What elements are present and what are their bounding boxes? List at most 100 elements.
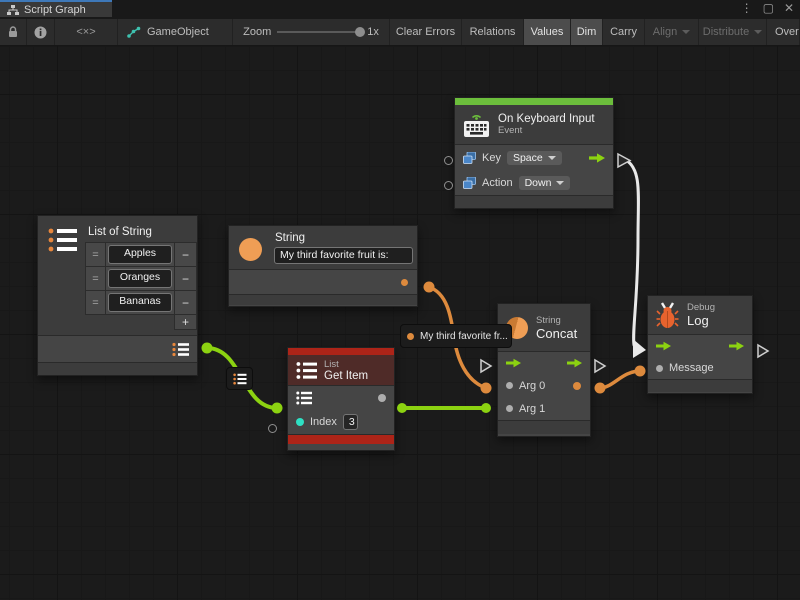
carry-label: Carry bbox=[610, 26, 637, 38]
index-input-port[interactable] bbox=[296, 418, 304, 426]
dim-toggle[interactable]: Dim bbox=[571, 19, 603, 45]
node-footer bbox=[229, 294, 417, 305]
remove-item-button[interactable]: − bbox=[174, 267, 196, 290]
overview-button[interactable]: Overview bbox=[767, 19, 800, 45]
zoom-slider[interactable] bbox=[277, 31, 361, 33]
node-footer bbox=[498, 420, 590, 434]
flow-input-port[interactable] bbox=[506, 358, 521, 368]
event-color-strip bbox=[455, 98, 613, 105]
node-list-of-string[interactable]: List of String = Apples − = Oranges − = … bbox=[37, 215, 198, 376]
list-output-port[interactable] bbox=[172, 342, 189, 357]
action-dropdown[interactable]: Down bbox=[519, 176, 571, 190]
kebab-menu-icon[interactable]: ⋮ bbox=[741, 1, 753, 15]
node-title: Concat bbox=[536, 326, 577, 341]
node-get-item[interactable]: List Get Item Index 3 bbox=[287, 347, 395, 451]
graph-tab-icon bbox=[7, 5, 19, 15]
list-editor: = Apples − = Oranges − = Bananas − + bbox=[85, 242, 197, 315]
node-debug-log[interactable]: Debug Log Message bbox=[647, 295, 753, 394]
list-value-badge bbox=[226, 367, 253, 390]
flow-output-port[interactable] bbox=[729, 341, 744, 351]
keyboard-key-input-port[interactable] bbox=[444, 156, 453, 165]
key-dropdown[interactable]: Space bbox=[507, 151, 562, 165]
distribute-label: Distribute bbox=[703, 26, 749, 38]
string-icon bbox=[239, 238, 262, 261]
error-strip-bottom bbox=[288, 434, 394, 444]
string-output-port[interactable] bbox=[401, 279, 408, 286]
message-input-port[interactable] bbox=[656, 365, 663, 372]
zoom-control: Zoom 1x bbox=[233, 19, 390, 45]
distribute-dropdown[interactable]: Distribute bbox=[699, 19, 767, 45]
maximize-icon[interactable]: ▢ bbox=[763, 1, 774, 15]
unity-visual-scripting-window: Script Graph ⋮ ▢ ✕ <×> bbox=[0, 0, 800, 600]
zoom-slider-knob[interactable] bbox=[355, 27, 365, 37]
list-item-input[interactable]: Oranges bbox=[108, 269, 172, 288]
info-icon bbox=[34, 26, 47, 39]
keyboard-action-input-port[interactable] bbox=[444, 181, 453, 190]
string-value-preview: My third favorite fr... bbox=[420, 331, 508, 342]
node-title: On Keyboard Input bbox=[498, 113, 595, 125]
node-footer bbox=[455, 195, 613, 208]
relations-label: Relations bbox=[470, 26, 516, 38]
node-string-literal[interactable]: String My third favorite fruit is: bbox=[228, 225, 418, 307]
string-value-dot bbox=[407, 333, 414, 340]
relations-button[interactable]: Relations bbox=[462, 19, 524, 45]
keyboard-icon bbox=[463, 111, 490, 139]
string-value-input[interactable]: My third favorite fruit is: bbox=[274, 247, 413, 264]
tab-label: Script Graph bbox=[24, 4, 86, 16]
toolbar: <×> GameObject Zoom 1x Clear Errors Rela… bbox=[0, 19, 800, 46]
index-value-input[interactable]: 3 bbox=[343, 414, 358, 430]
node-subtitle: Event bbox=[498, 125, 595, 136]
carry-button[interactable]: Carry bbox=[603, 19, 645, 45]
drag-handle[interactable]: = bbox=[86, 243, 106, 266]
node-title: Get Item bbox=[324, 370, 368, 382]
node-concat[interactable]: String Concat Arg 0 Arg 1 bbox=[497, 303, 591, 437]
node-subtitle: String bbox=[536, 315, 577, 326]
node-subtitle: Debug bbox=[687, 302, 715, 313]
list-item-input[interactable]: Apples bbox=[108, 245, 172, 264]
add-item-button[interactable]: + bbox=[174, 314, 197, 330]
arg0-input-port[interactable] bbox=[506, 382, 513, 389]
chevron-down-icon bbox=[682, 30, 690, 34]
node-on-keyboard-input[interactable]: On Keyboard Input Event Key Space A bbox=[454, 97, 614, 209]
remove-item-button[interactable]: − bbox=[174, 291, 196, 314]
chevron-down-icon bbox=[548, 156, 556, 160]
node-footer bbox=[38, 362, 197, 375]
key-label: Key bbox=[482, 152, 501, 164]
node-title: List of String bbox=[88, 226, 152, 238]
tab-script-graph[interactable]: Script Graph bbox=[0, 0, 112, 17]
key-value: Space bbox=[513, 152, 543, 164]
clear-errors-label: Clear Errors bbox=[396, 26, 455, 38]
string-value-badge: My third favorite fr... bbox=[400, 324, 512, 348]
flow-input-port[interactable] bbox=[656, 341, 671, 351]
flow-output-port[interactable] bbox=[589, 153, 605, 163]
getitem-index-port-hint[interactable] bbox=[268, 424, 277, 433]
values-toggle[interactable]: Values bbox=[524, 19, 571, 45]
flow-output-port[interactable] bbox=[567, 358, 582, 368]
item-output-port[interactable] bbox=[378, 394, 386, 402]
gameobject-label: GameObject bbox=[147, 26, 209, 38]
close-icon[interactable]: ✕ bbox=[784, 1, 794, 15]
gameobject-target-button[interactable]: GameObject bbox=[118, 19, 233, 45]
code-icon: <×> bbox=[76, 26, 95, 38]
align-dropdown[interactable]: Align bbox=[645, 19, 699, 45]
list-item-input[interactable]: Bananas bbox=[108, 293, 172, 312]
drag-handle[interactable]: = bbox=[86, 267, 106, 290]
action-value: Down bbox=[525, 177, 552, 189]
remove-item-button[interactable]: − bbox=[174, 243, 196, 266]
code-view-button[interactable]: <×> bbox=[55, 19, 118, 45]
node-footer bbox=[648, 379, 752, 392]
title-bar: Script Graph ⋮ ▢ ✕ bbox=[0, 0, 800, 19]
drag-handle[interactable]: = bbox=[86, 291, 106, 314]
lock-button[interactable] bbox=[0, 19, 27, 45]
zoom-value: 1x bbox=[367, 26, 379, 38]
arg1-input-port[interactable] bbox=[506, 405, 513, 412]
inspect-button[interactable] bbox=[27, 19, 55, 45]
chevron-down-icon bbox=[754, 30, 762, 34]
message-label: Message bbox=[669, 362, 714, 374]
result-output-port[interactable] bbox=[573, 382, 581, 390]
clear-errors-button[interactable]: Clear Errors bbox=[390, 19, 462, 45]
zoom-label: Zoom bbox=[243, 26, 271, 38]
list-input-port[interactable] bbox=[296, 391, 312, 405]
list-item-row: = Bananas − bbox=[86, 291, 196, 314]
list-item-row: = Apples − bbox=[86, 243, 196, 267]
